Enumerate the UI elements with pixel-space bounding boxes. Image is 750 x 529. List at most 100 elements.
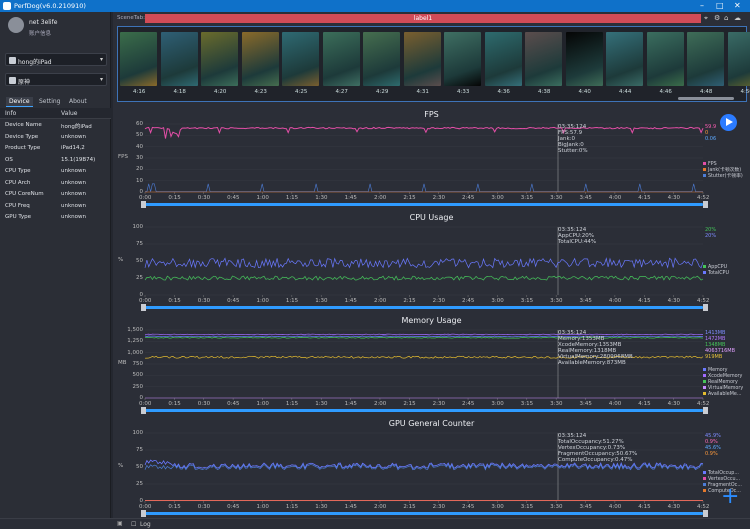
cursor-info: AvailableMemory:873MB — [558, 360, 626, 366]
screenshot-thumbnail[interactable] — [403, 32, 441, 86]
y-tick-label: 25 — [136, 275, 143, 281]
cursor-info: Stutter:0% — [558, 148, 588, 154]
x-tick-label: 0:30 — [197, 195, 211, 201]
x-tick-label: 0:00 — [139, 298, 152, 304]
screenshot-thumbnail[interactable] — [606, 32, 643, 86]
tab-device[interactable]: Device — [6, 97, 33, 107]
x-tick-label: 1:45 — [344, 504, 357, 510]
add-chart-button[interactable]: + — [721, 486, 739, 508]
x-tick-label: 3:00 — [491, 195, 504, 201]
maximize-icon[interactable]: □ — [716, 1, 724, 10]
y-tick-label: 40 — [136, 143, 143, 150]
tab-setting[interactable]: Setting — [36, 97, 63, 106]
screenshot-thumbnail[interactable] — [727, 32, 750, 86]
x-tick-label: 0:30 — [197, 298, 211, 304]
info-key: CPU Type — [5, 168, 31, 174]
legend-item[interactable]: AvailableMe... — [703, 392, 741, 398]
info-value: unknown — [61, 168, 86, 174]
screenshot-thumbnail[interactable] — [444, 32, 481, 86]
screenshot-thumbnail[interactable] — [322, 32, 360, 86]
screenshot-thumbnail[interactable] — [282, 32, 319, 86]
app-select[interactable]: 原神 ▾ — [5, 73, 107, 86]
x-tick-label: 4:30 — [667, 504, 680, 510]
x-tick-label: 4:00 — [608, 504, 622, 510]
thumbnail-time: 4:38 — [538, 89, 551, 95]
account-info-link[interactable]: 账户信息 — [29, 29, 51, 37]
log-toggle-icon[interactable]: ▣ — [117, 520, 123, 527]
screenshot-thumbnail[interactable] — [484, 32, 522, 86]
avatar[interactable] — [8, 17, 24, 33]
x-tick-label: 2:30 — [432, 298, 446, 304]
y-tick-label: 1,500 — [127, 327, 143, 333]
x-tick-label: 4:00 — [608, 401, 622, 407]
memory-series — [144, 335, 704, 338]
thumbnail-time: 4:29 — [376, 89, 389, 95]
x-tick-label: 2:15 — [403, 298, 416, 304]
screenshot-thumbnail[interactable] — [241, 32, 279, 86]
screenshot-thumbnail[interactable] — [525, 32, 562, 86]
x-tick-label: 4:30 — [667, 298, 680, 304]
location-icon[interactable]: ⌖ — [704, 14, 708, 23]
x-tick-label: 2:45 — [462, 298, 475, 304]
info-value: unknown — [61, 133, 86, 140]
screenshot-strip[interactable]: 4:16 4:18 4:20 4:23 4:25 4:27 4:29 4:31 4:33 4:36… — [117, 26, 750, 102]
screenshot-thumbnail[interactable] — [160, 32, 198, 86]
x-tick-label: 3:30 — [550, 298, 563, 304]
close-icon[interactable]: ✕ — [734, 1, 741, 10]
x-tick-label: 2:45 — [462, 504, 475, 510]
x-tick-label: 0:15 — [168, 401, 181, 407]
app-icon — [9, 77, 16, 84]
cursor-info: ComputeOccupancy:0.47% — [558, 457, 633, 463]
info-value: iPad14,2 — [61, 145, 85, 151]
x-tick-label: 1:45 — [344, 401, 357, 407]
strip-scrollbar[interactable] — [678, 97, 734, 100]
x-tick-label: 3:00 — [491, 298, 504, 304]
x-tick-label: 3:15 — [520, 195, 534, 201]
x-tick-label: 1:30 — [315, 504, 328, 510]
settings-icon[interactable]: ⚙ — [714, 14, 720, 22]
tab-about[interactable]: About — [66, 97, 90, 106]
x-tick-label: 3:15 — [520, 504, 534, 510]
minimize-icon[interactable]: – — [700, 1, 704, 10]
info-table-header: Info Value — [0, 108, 111, 119]
tag-icon[interactable]: ⌂ — [724, 14, 728, 22]
log-label: Log — [140, 521, 151, 528]
screenshot-thumbnail[interactable] — [646, 32, 684, 86]
screenshot-thumbnail[interactable] — [201, 32, 238, 86]
cloud-icon[interactable]: ☁ — [734, 14, 741, 22]
log-checkbox[interactable]: ☐ — [131, 521, 136, 528]
real-memory-series — [144, 336, 704, 339]
info-key: CPU Arch — [5, 179, 31, 186]
thumbnail-time: 4:27 — [335, 89, 348, 95]
play-button[interactable] — [720, 114, 737, 131]
y-tick-label: 30 — [136, 155, 143, 161]
thumbnail-time: 4:16 — [133, 89, 146, 95]
legend-item[interactable]: TotalCPU — [703, 271, 729, 277]
x-tick-label: 1:15 — [285, 504, 299, 510]
screenshot-thumbnail[interactable] — [687, 32, 724, 86]
y-axis-label: FPS — [118, 154, 128, 160]
x-tick-label: 1:30 — [315, 195, 328, 201]
range-handle-right — [703, 201, 708, 208]
screenshot-thumbnail[interactable] — [363, 32, 400, 86]
thumbnail-time: 4:33 — [457, 89, 470, 95]
info-value: unknown — [61, 191, 86, 197]
y-tick-label: 500 — [132, 372, 144, 379]
table-row: OS 15.1(19B74) — [0, 155, 111, 167]
x-tick-label: 0:30 — [197, 401, 211, 407]
screenshot-thumbnail[interactable] — [565, 32, 603, 86]
screenshot-thumbnail[interactable] — [120, 32, 157, 86]
user-name: net 3elife — [29, 19, 58, 26]
scene-label-bar[interactable]: label1 — [145, 14, 701, 23]
time-range-bar — [145, 306, 703, 309]
info-value: unknown — [61, 179, 86, 186]
x-tick-label: 4:15 — [638, 504, 651, 510]
main-panel: SceneTab: label1 ⌖ ⚙ ⌂ ☁ 4:16 4:18 4:20 4:2… — [113, 12, 750, 529]
x-tick-label: 2:00 — [373, 401, 387, 407]
x-tick-label: 0:15 — [168, 504, 181, 510]
series-current-value: 0.06 — [705, 136, 717, 142]
device-select[interactable]: hong的iPad ▾ — [5, 53, 107, 66]
legend-item[interactable]: Stutter(卡顿率) — [703, 174, 743, 180]
info-key: CPU CoreNum — [5, 191, 44, 197]
chart-title-mem: Memory Usage — [401, 316, 462, 325]
